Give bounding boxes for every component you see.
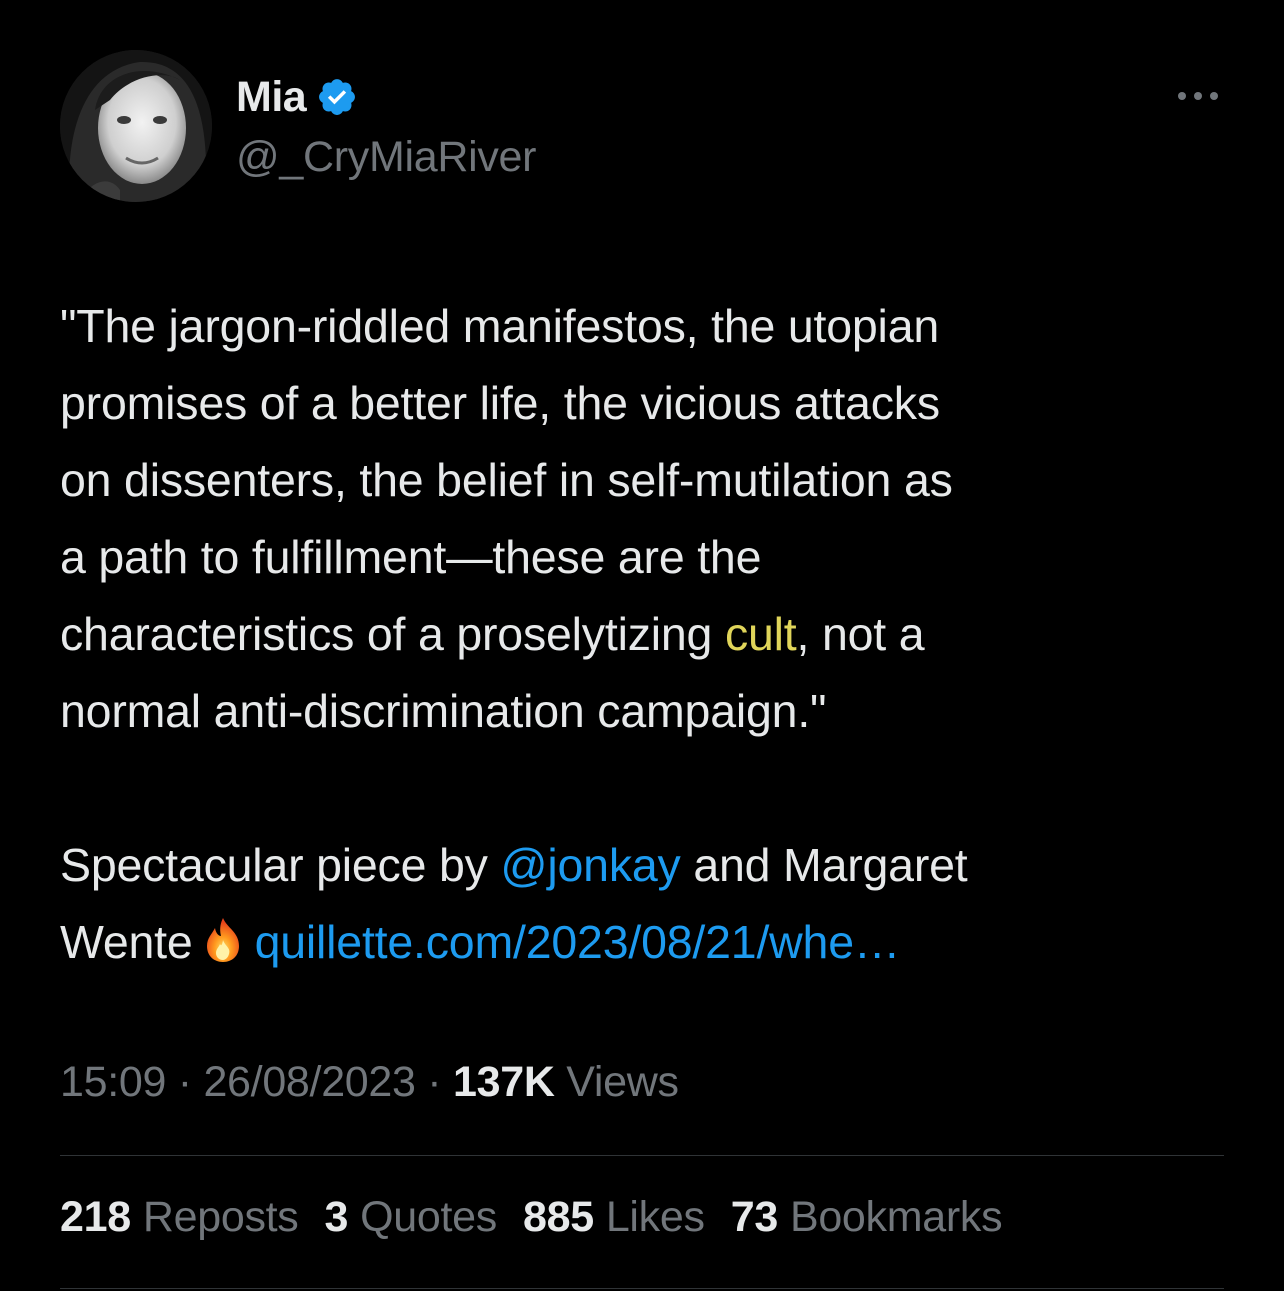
fire-emoji-icon: [197, 912, 249, 964]
author-handle[interactable]: @_CryMiaRiver: [236, 133, 536, 182]
display-name[interactable]: Mia: [236, 73, 307, 122]
views-label: Views: [566, 1058, 679, 1106]
meta-separator-2: ·: [415, 1058, 453, 1106]
likes-label: Likes: [605, 1193, 705, 1241]
tweet: Mia @_CryMiaRiver "The jargon-riddled ma…: [0, 0, 1284, 1291]
meta-separator-1: ·: [166, 1058, 204, 1106]
verified-badge-icon[interactable]: [316, 76, 358, 118]
quotes-label: Quotes: [360, 1193, 497, 1241]
engagement-stats: 218 Reposts 3 Quotes 885 Likes 73 Bookmarks: [60, 1193, 1028, 1242]
reposts-label: Reposts: [142, 1193, 299, 1241]
mention-link[interactable]: @jonkay: [500, 839, 680, 891]
quote-text-part1: "The jargon-riddled manifestos, the utop…: [60, 300, 953, 660]
tweet-time[interactable]: 15:09: [60, 1058, 166, 1106]
bookmarks-stat[interactable]: 73 Bookmarks: [731, 1193, 1003, 1242]
reposts-stat[interactable]: 218 Reposts: [60, 1193, 299, 1242]
article-link[interactable]: quillette.com/2023/08/21/whe…: [255, 916, 901, 968]
reposts-count: 218: [60, 1193, 131, 1241]
tweet-meta: 15:09 · 26/08/2023 · 137K Views: [60, 1058, 679, 1107]
author-name-row[interactable]: Mia: [236, 70, 358, 124]
tweet-text: "The jargon-riddled manifestos, the utop…: [60, 288, 1230, 981]
avatar-image: [60, 50, 212, 202]
likes-stat[interactable]: 885 Likes: [523, 1193, 705, 1242]
divider-bottom: [60, 1288, 1224, 1289]
highlighted-word: cult: [724, 608, 797, 660]
quotes-stat[interactable]: 3 Quotes: [324, 1193, 498, 1242]
quotes-count: 3: [324, 1193, 349, 1241]
comment-prefix: Spectacular piece by: [60, 839, 501, 891]
avatar[interactable]: [60, 50, 212, 202]
tweet-date[interactable]: 26/08/2023: [203, 1058, 416, 1106]
likes-count: 885: [522, 1193, 594, 1241]
divider-top: [60, 1155, 1224, 1156]
views-count: 137K: [452, 1058, 555, 1106]
more-horizontal-icon[interactable]: [1170, 84, 1226, 108]
bookmarks-count: 73: [730, 1193, 779, 1241]
bookmarks-label: Bookmarks: [789, 1193, 1003, 1241]
